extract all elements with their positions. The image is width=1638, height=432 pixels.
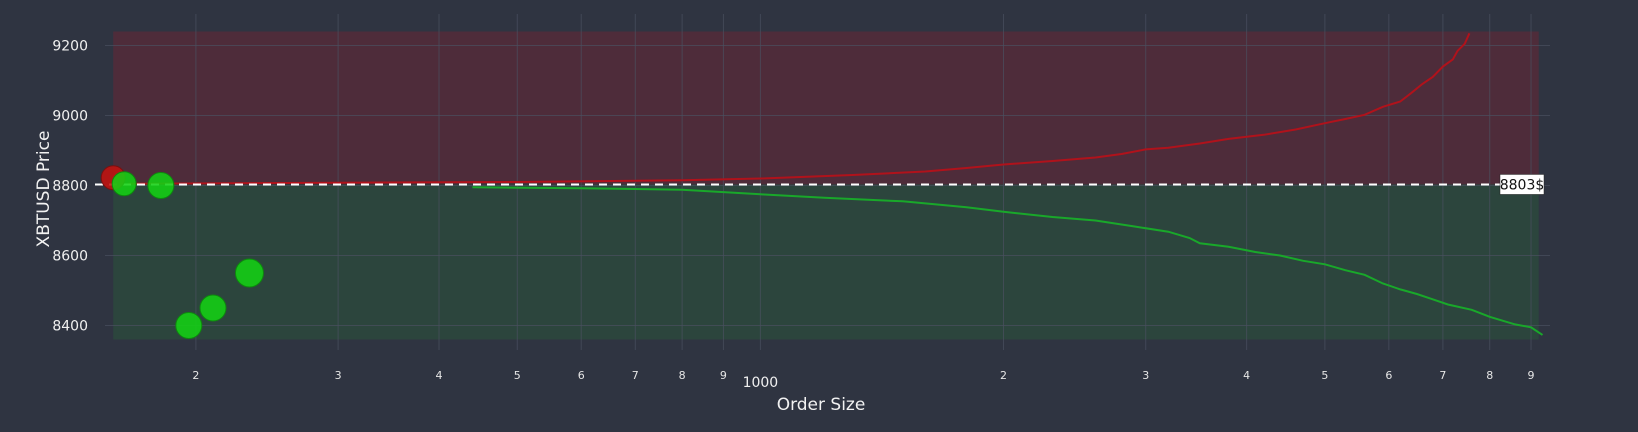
y-tick-label: 8400 [52,319,88,335]
x-tick-label: 4 [1243,369,1250,382]
x-tick-label: 4 [436,369,443,382]
mid-price-label: 8803$ [1500,177,1545,193]
x-axis-title: Order Size [777,395,866,415]
depth-chart: 8803$ 2 3 4 5 6 7 8 9 1000 2 3 4 5 6 7 8 9 8400 8600 8800 90… [0,0,1638,432]
x-tick-label: 3 [1142,369,1149,382]
bid-bubble [199,294,227,322]
y-tick-label: 9200 [52,39,88,55]
y-tick-label: 9000 [52,109,88,125]
x-tick-label: 8 [1486,369,1493,382]
y-tick-label: 8800 [52,179,88,195]
x-tick-label: 2 [1000,369,1007,382]
x-tick-label: 2 [192,369,199,382]
bid-bubble [234,258,264,288]
x-tick-label: 6 [1385,369,1392,382]
x-tick-label: 3 [335,369,342,382]
x-tick-label: 6 [578,369,585,382]
y-axis-title: XBTUSD Price [34,131,54,248]
x-tick-label: 5 [514,369,521,382]
bid-bubble [111,171,137,197]
y-tick-label: 8600 [52,249,88,265]
x-tick-label: 7 [1439,369,1446,382]
x-tick-label: 9 [1528,369,1535,382]
depth-chart-svg: 8803$ 2 3 4 5 6 7 8 9 1000 2 3 4 5 6 7 8 9 8400 8600 8800 90… [34,14,1550,415]
x-tick-label: 7 [632,369,639,382]
x-tick-label: 9 [720,369,727,382]
x-tick-label: 5 [1321,369,1328,382]
bid-bubble [175,312,203,339]
bid-bubble [147,172,175,199]
x-tick-label: 8 [679,369,686,382]
x-tick-label: 1000 [743,375,779,391]
